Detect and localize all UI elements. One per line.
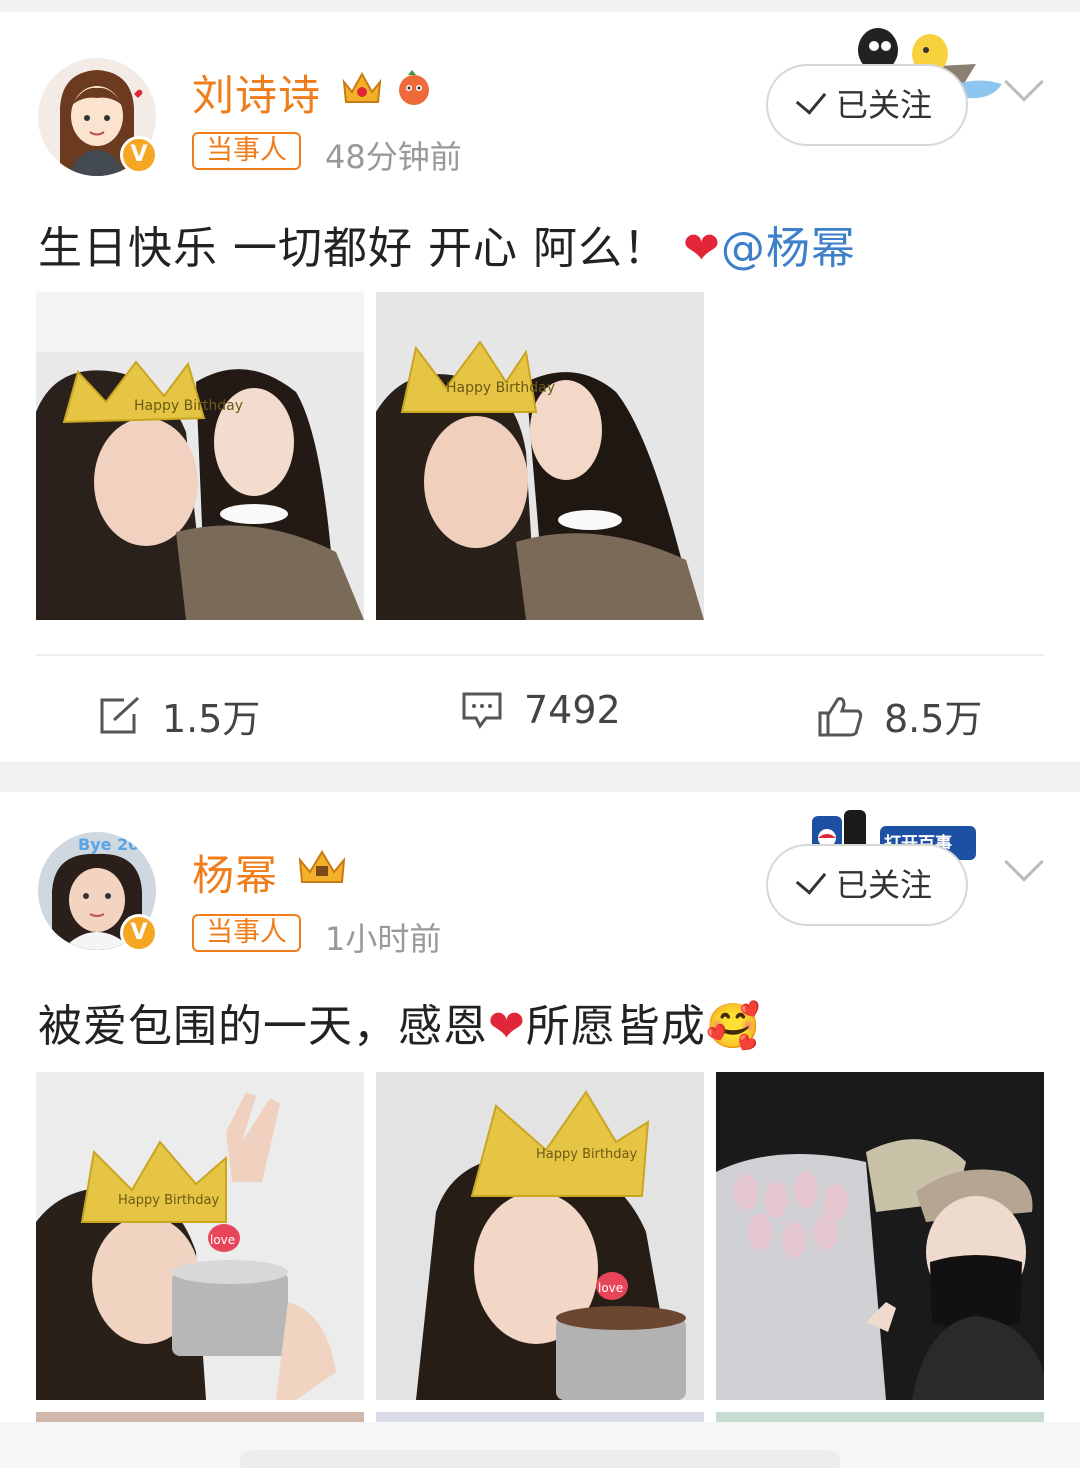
post-image[interactable]: Happy Birthday	[36, 292, 364, 620]
mascot-icon	[399, 70, 429, 105]
party-tag: 当事人	[192, 132, 301, 170]
thumbs-up-icon	[818, 696, 863, 736]
like-count: 8.5万	[884, 697, 983, 741]
comment-count: 7492	[524, 688, 621, 732]
party-tag: 当事人	[192, 914, 301, 952]
check-icon	[795, 863, 827, 895]
top-strip	[0, 0, 1080, 12]
crown-icon	[342, 71, 382, 103]
post-image[interactable]: Happy Birthday love	[36, 1072, 364, 1400]
like-button[interactable]: 8.5万	[818, 688, 982, 743]
crown-print-text: Happy Birthday	[446, 380, 555, 396]
post-card: V 刘诗诗 当事人 48分钟前 已关注 生日快乐 一切都好 开心 阿么！ ❤@杨…	[0, 12, 1080, 762]
chevron-down-icon[interactable]	[1004, 62, 1044, 102]
verified-badge: V	[120, 136, 158, 174]
post-image-partial[interactable]	[716, 1412, 1044, 1422]
mention-link[interactable]: @杨幂	[721, 223, 856, 274]
repost-button[interactable]: 1.5万	[98, 688, 260, 743]
username[interactable]: 杨幂	[192, 842, 278, 903]
username[interactable]: 刘诗诗	[192, 62, 321, 123]
comment-icon	[462, 692, 502, 729]
post-time: 1小时前	[325, 920, 442, 958]
post-image-partial[interactable]	[36, 1412, 364, 1422]
heart-icon: ❤	[682, 223, 721, 274]
heart-pick-text: love	[210, 1233, 235, 1247]
post-card: Bye 2020 V 杨幂 当事人 1小时前 打开百事 已关注 被爱包围的一天，…	[0, 792, 1080, 1468]
post-image-partial[interactable]	[376, 1412, 704, 1422]
crown-print-text: Happy Birthday	[118, 1193, 220, 1208]
follow-button[interactable]: 已关注	[766, 844, 968, 926]
heart-pick-text: love	[598, 1281, 623, 1295]
comment-button[interactable]: 7492	[460, 688, 621, 732]
repost-count: 1.5万	[162, 697, 261, 741]
post-image[interactable]	[716, 1072, 1044, 1400]
heart-icon: ❤	[488, 1001, 526, 1052]
crown-print-text: Happy Birthday	[536, 1147, 638, 1162]
chevron-down-icon[interactable]	[1004, 842, 1044, 882]
input-pill[interactable]	[240, 1450, 840, 1468]
repost-icon	[100, 696, 140, 733]
check-icon	[795, 83, 827, 115]
post-image[interactable]: Happy Birthday	[376, 292, 704, 620]
post-text: 被爱包围的一天，感恩❤所愿皆成🥰	[38, 1001, 762, 1052]
smiling-face-hearts-icon: 🥰	[705, 1001, 762, 1052]
verified-badge: V	[120, 914, 158, 952]
crown-icon	[298, 850, 346, 883]
post-image[interactable]: Happy Birthday love	[376, 1072, 704, 1400]
follow-button[interactable]: 已关注	[766, 64, 968, 146]
divider	[36, 654, 1044, 656]
crown-print-text: Happy Birthday	[134, 398, 243, 414]
post-text: 生日快乐 一切都好 开心 阿么！ ❤@杨幂	[38, 223, 856, 274]
avatar-caption: Bye 2020	[78, 835, 156, 854]
post-time: 48分钟前	[325, 138, 462, 176]
